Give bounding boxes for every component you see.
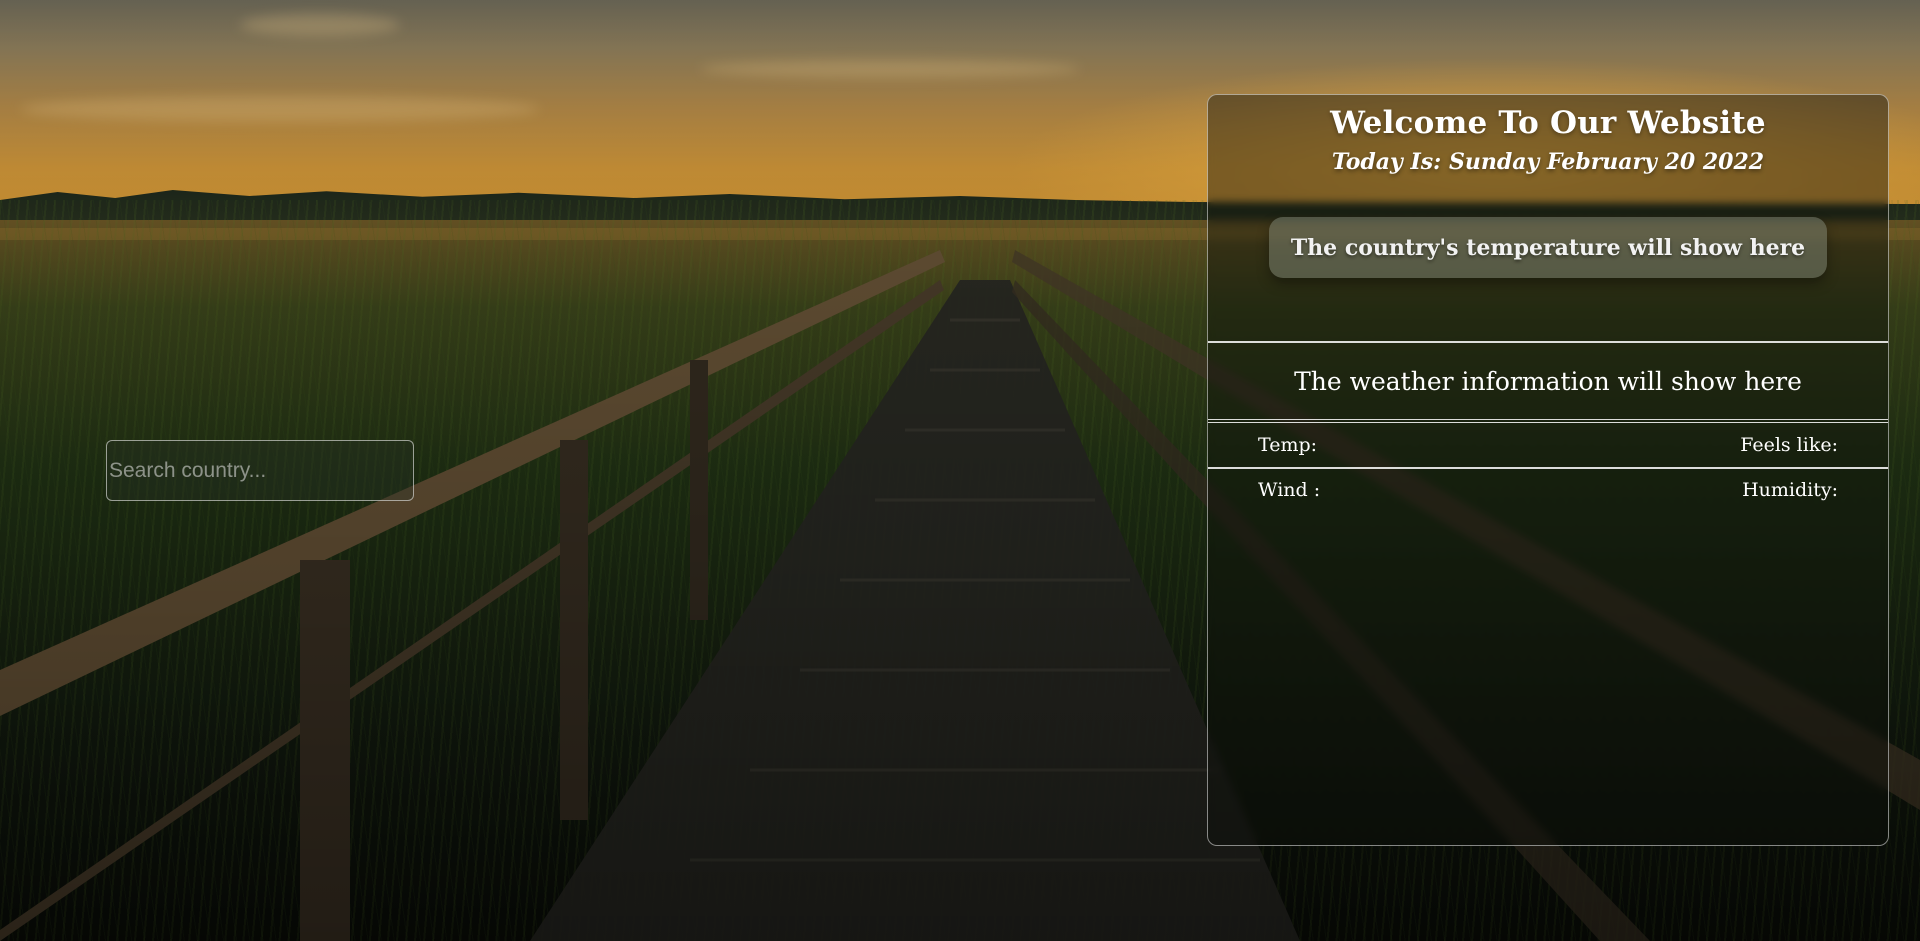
date-prefix: Today Is: [1331, 149, 1449, 175]
temp-label: Temp: [1258, 434, 1318, 456]
card-header: Welcome To Our Website Today Is: Sunday … [1208, 95, 1888, 341]
search-input[interactable] [106, 440, 414, 501]
date-value: Sunday February 20 2022 [1448, 149, 1765, 175]
temperature-display: The country's temperature will show here [1269, 217, 1827, 278]
feels-like-label: Feels like: [1740, 434, 1838, 456]
weather-card: Welcome To Our Website Today Is: Sunday … [1207, 94, 1889, 846]
page-title: Welcome To Our Website [1330, 105, 1766, 141]
weather-info: The weather information will show here [1294, 366, 1802, 396]
wind-label: Wind : [1258, 479, 1321, 501]
date-line: Today Is: Sunday February 20 2022 [1208, 149, 1888, 175]
stats-row-temp: Temp: Feels like: [1208, 423, 1888, 467]
humidity-label: Humidity: [1742, 479, 1838, 501]
stats-row-wind: Wind : Humidity: [1208, 469, 1888, 511]
